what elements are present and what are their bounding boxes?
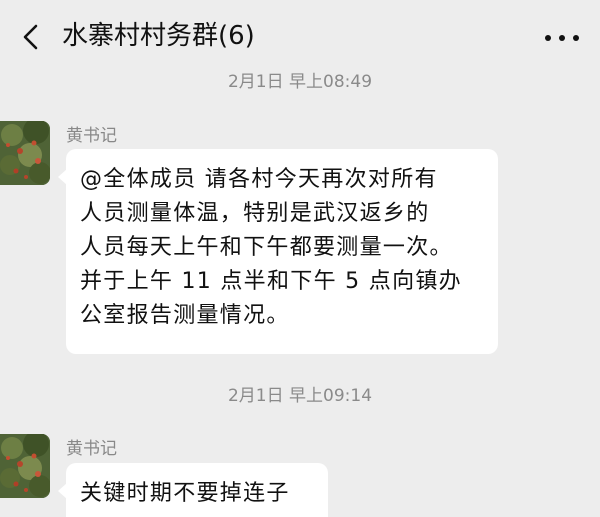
message-bubble[interactable]: 关键时期不要掉连子 (58, 463, 328, 517)
message-line: 人员每天上午和下午都要测量一次。 (80, 235, 453, 260)
avatar-photo (0, 434, 50, 498)
sender-name: 黄书记 (66, 439, 117, 459)
ellipsis-icon[interactable] (542, 34, 582, 42)
avatar[interactable] (0, 434, 50, 498)
message-line: 关键时期不要掉连子 (80, 481, 290, 506)
message-line: @全体成员 请各村今天再次对所有 (80, 167, 438, 192)
message-line: 并于上午 11 点半和下午 5 点向镇办 (80, 269, 462, 294)
chat-screen: 水寨村村务群(6) 2月1日 早上08:49 黄书记 @全体成员 请各村今天再次… (0, 0, 600, 517)
sender-name: 黄书记 (66, 126, 117, 146)
avatar[interactable] (0, 121, 50, 185)
chat-header: 水寨村村务群(6) (0, 0, 600, 74)
bubble-tail (58, 483, 67, 499)
chevron-left-icon[interactable] (16, 22, 46, 52)
avatar-photo (0, 121, 50, 185)
message-bubble[interactable]: @全体成员 请各村今天再次对所有 人员测量体温，特别是武汉返乡的 人员每天上午和… (58, 149, 498, 354)
message-timestamp: 2月1日 早上09:14 (227, 386, 373, 406)
message-line: 人员测量体温，特别是武汉返乡的 (80, 201, 430, 226)
bubble-tail (58, 169, 67, 185)
chat-title: 水寨村村务群(6) (62, 21, 255, 51)
message-line: 公室报告测量情况。 (80, 303, 290, 328)
message-timestamp: 2月1日 早上08:49 (227, 72, 373, 92)
